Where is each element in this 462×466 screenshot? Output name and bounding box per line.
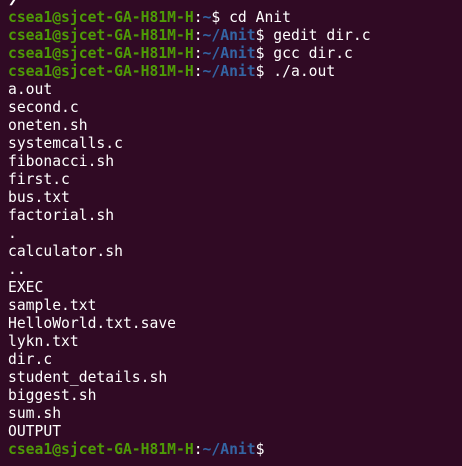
output-line: factorial.sh xyxy=(8,207,115,224)
output-line: EXEC xyxy=(8,279,44,296)
output-line: calculator.sh xyxy=(8,243,123,260)
prompt-line-2: csea1@sjcet-GA-H81M-H:~/Anit$ gedit dir.… xyxy=(8,27,462,45)
prompt-dollar: $ xyxy=(255,441,265,458)
prompt-colon: : xyxy=(193,63,203,80)
output-line: bus.txt xyxy=(8,189,70,206)
prompt-path: ~/Anit xyxy=(202,27,256,44)
output-line: sum.sh xyxy=(8,405,62,422)
output-line: HelloWorld.txt.save xyxy=(8,315,177,332)
output-line: second.c xyxy=(8,99,79,116)
prompt-colon: : xyxy=(193,27,203,44)
output-line: lykn.txt xyxy=(8,333,79,350)
output-line: fibonacci.sh xyxy=(8,153,115,170)
output-line: oneten.sh xyxy=(8,117,88,134)
prompt-path: ~/Anit xyxy=(202,441,256,458)
prompt-user-host: csea1@sjcet-GA-H81M-H xyxy=(8,63,194,80)
prompt-line-4: csea1@sjcet-GA-H81M-H:~/Anit$ ./a.out xyxy=(8,63,462,81)
output-line: first.c xyxy=(8,171,70,188)
output-line: systemcalls.c xyxy=(8,135,123,152)
output-line: student_details.sh xyxy=(8,369,168,386)
command-text: gcc dir.c xyxy=(264,45,353,62)
output-line: a.out xyxy=(8,81,53,98)
command-text: gedit dir.c xyxy=(264,27,371,44)
output-line: .. xyxy=(8,261,26,278)
prompt-path: ~/Anit xyxy=(202,63,256,80)
terminal-window[interactable]: ❯ csea1@sjcet-GA-H81M-H:~$ cd Anit csea1… xyxy=(0,0,462,466)
output-line: OUTPUT xyxy=(8,423,62,440)
prompt-dollar: $ xyxy=(211,9,221,26)
prompt-user-host: csea1@sjcet-GA-H81M-H xyxy=(8,45,194,62)
output-line: . xyxy=(8,225,17,242)
prompt-user-host: csea1@sjcet-GA-H81M-H xyxy=(8,9,194,26)
prompt-colon: : xyxy=(193,441,203,458)
output-line: sample.txt xyxy=(8,297,97,314)
output-line: dir.c xyxy=(8,351,53,368)
prompt-colon: : xyxy=(193,9,203,26)
output-line: biggest.sh xyxy=(8,387,97,404)
prompt-line-1: csea1@sjcet-GA-H81M-H:~$ cd Anit xyxy=(8,9,462,27)
command-text: ./a.out xyxy=(264,63,336,80)
final-prompt-line[interactable]: csea1@sjcet-GA-H81M-H:~/Anit$ xyxy=(8,441,462,459)
command-text: cd Anit xyxy=(220,9,291,26)
prompt-path: ~/Anit xyxy=(202,45,256,62)
prompt-user-host: csea1@sjcet-GA-H81M-H xyxy=(8,441,194,458)
prompt-line-3: csea1@sjcet-GA-H81M-H:~/Anit$ gcc dir.c xyxy=(8,45,462,63)
prompt-colon: : xyxy=(193,45,203,62)
prompt-user-host: csea1@sjcet-GA-H81M-H xyxy=(8,27,194,44)
previous-line-fragment: ❯ xyxy=(8,0,462,9)
text-cursor xyxy=(264,442,273,458)
